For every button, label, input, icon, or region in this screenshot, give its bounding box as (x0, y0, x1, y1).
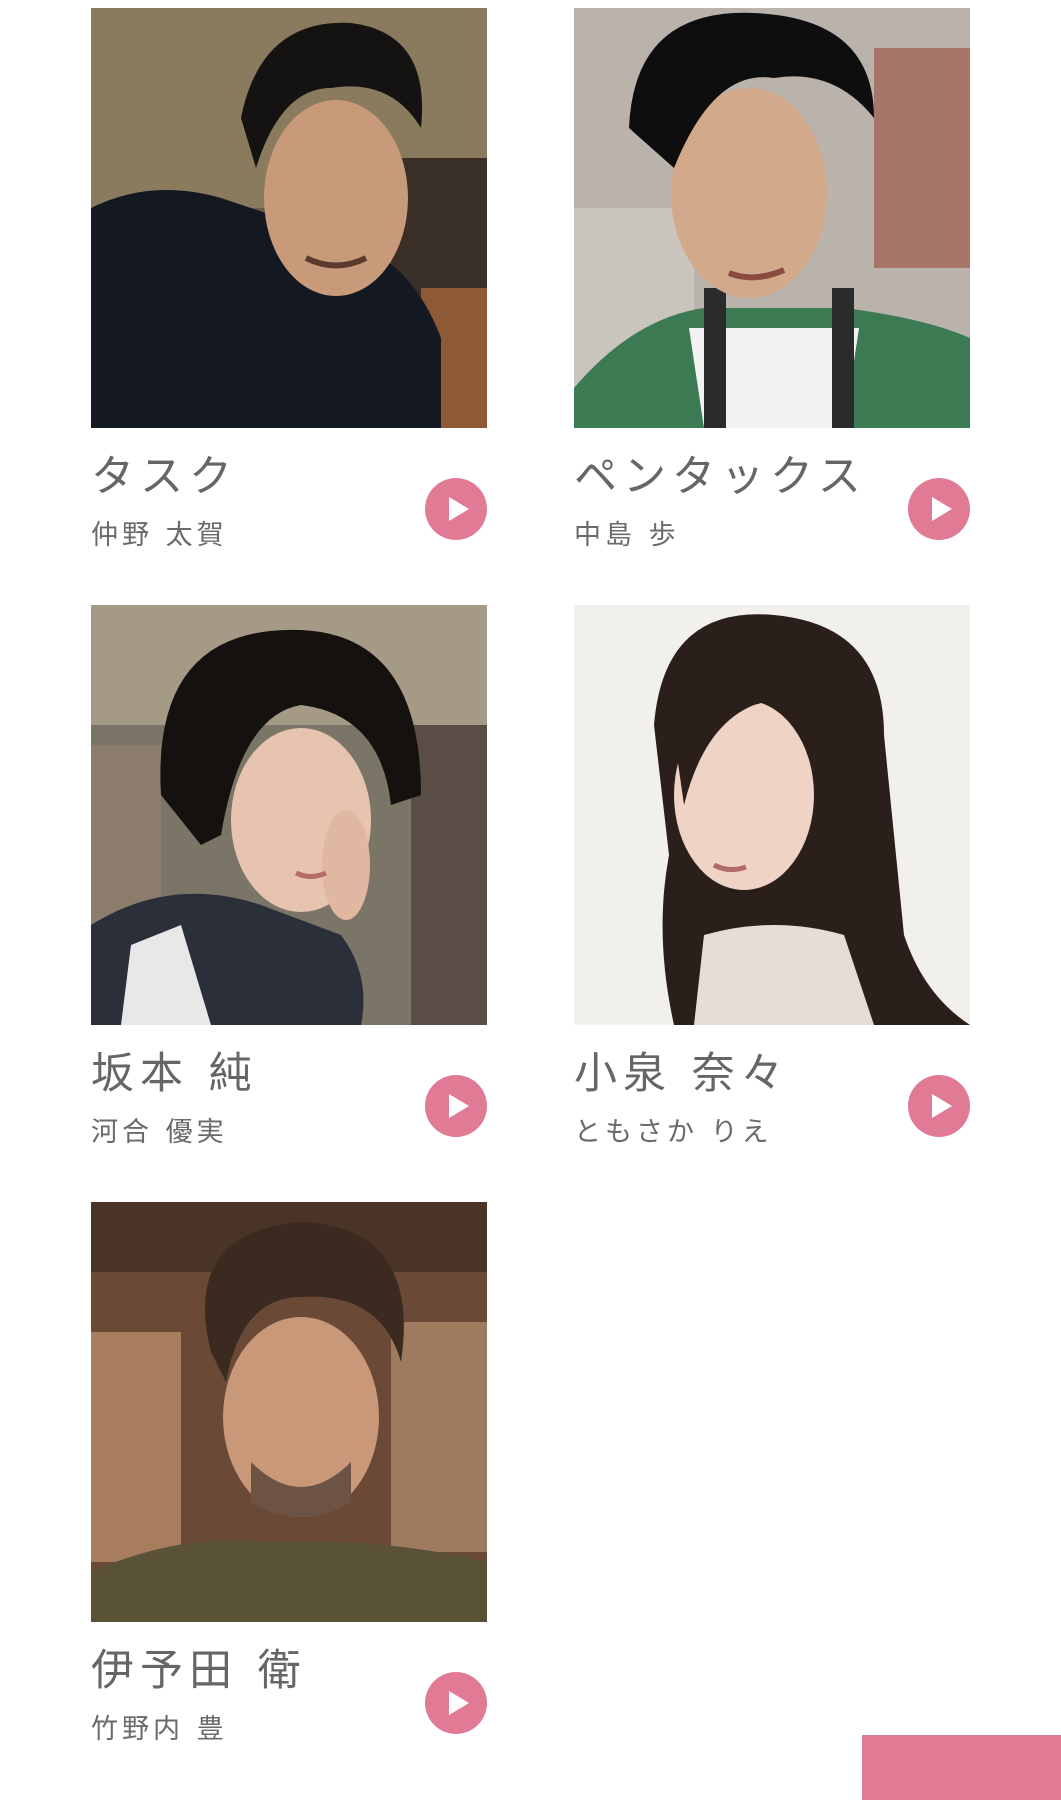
role-name: 伊予田 衛 (91, 1646, 307, 1696)
cast-photo[interactable] (574, 8, 970, 428)
photo-woman-short-hair (91, 605, 487, 1025)
actor-name: 中島 歩 (574, 520, 680, 551)
actor-name: 仲野 太賀 (91, 520, 228, 551)
play-button[interactable] (908, 1075, 970, 1137)
photo-man-dark-tshirt (91, 8, 487, 428)
actor-name: 河合 優実 (91, 1117, 228, 1148)
photo-man-olive-sweater (91, 1202, 487, 1622)
actor-name: ともさか りえ (574, 1117, 773, 1148)
photo-woman-long-hair (574, 605, 970, 1025)
role-name: タスク (91, 452, 238, 502)
play-button[interactable] (425, 478, 487, 540)
play-button[interactable] (425, 1672, 487, 1734)
role-name: 小泉 奈々 (574, 1049, 790, 1099)
role-name: 坂本 純 (91, 1049, 258, 1099)
cast-photo[interactable] (91, 8, 487, 428)
play-button[interactable] (908, 478, 970, 540)
role-name: ペンタックス (574, 452, 867, 502)
cast-photo[interactable] (574, 605, 970, 1025)
actor-name: 竹野内 豊 (91, 1714, 228, 1745)
cast-photo[interactable] (91, 1202, 487, 1622)
page-top-button[interactable] (862, 1735, 1061, 1800)
play-button[interactable] (425, 1075, 487, 1137)
cast-photo[interactable] (91, 605, 487, 1025)
photo-man-camera-strap (574, 8, 970, 428)
